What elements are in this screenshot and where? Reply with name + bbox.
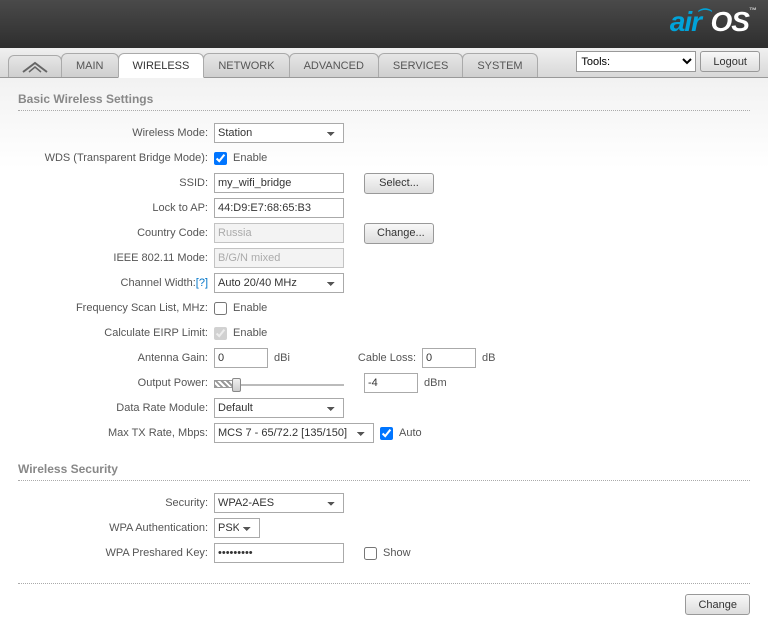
- logo-tm: ™: [749, 6, 756, 15]
- tab-network[interactable]: NETWORK: [203, 53, 289, 77]
- logo-os: OS: [711, 6, 749, 37]
- wpa-psk-input[interactable]: [214, 543, 344, 563]
- max-tx-auto-checkbox[interactable]: [380, 427, 393, 440]
- freq-scan-checkbox[interactable]: [214, 302, 227, 315]
- tools-select[interactable]: Tools:: [576, 51, 696, 72]
- antenna-icon: [21, 60, 49, 74]
- label-output-power: Output Power:: [18, 377, 214, 389]
- wireless-mode-select[interactable]: Station: [214, 123, 344, 143]
- calc-eirp-enable-label: Enable: [233, 327, 267, 339]
- output-power-input[interactable]: [364, 373, 418, 393]
- label-antenna-gain: Antenna Gain:: [18, 352, 214, 364]
- label-cable-loss: Cable Loss:: [358, 352, 416, 364]
- tab-row: MAIN WIRELESS NETWORK ADVANCED SERVICES …: [0, 48, 768, 78]
- change-button[interactable]: Change: [685, 594, 750, 615]
- divider: [18, 110, 750, 111]
- channel-width-help[interactable]: [?]: [196, 277, 208, 289]
- lock-to-ap-input[interactable]: [214, 198, 344, 218]
- section-security-title: Wireless Security: [18, 462, 750, 476]
- show-key-label: Show: [383, 547, 411, 559]
- tab-main[interactable]: MAIN: [61, 53, 119, 77]
- header-bar: air⏜OS™: [0, 0, 768, 48]
- calc-eirp-checkbox: [214, 327, 227, 340]
- security-select[interactable]: WPA2-AES: [214, 493, 344, 513]
- label-wds: WDS (Transparent Bridge Mode):: [18, 152, 214, 164]
- tab-system[interactable]: SYSTEM: [462, 53, 537, 77]
- content: Basic Wireless Settings Wireless Mode: S…: [0, 78, 768, 629]
- label-ssid: SSID:: [18, 177, 214, 189]
- tab-status-icon[interactable]: [8, 55, 62, 77]
- tab-services[interactable]: SERVICES: [378, 53, 463, 77]
- label-ieee-mode: IEEE 802.11 Mode:: [18, 252, 214, 264]
- label-freq-scan: Frequency Scan List, MHz:: [18, 302, 214, 314]
- country-code-select: Russia: [214, 223, 344, 243]
- divider: [18, 583, 750, 584]
- max-tx-select[interactable]: MCS 7 - 65/72.2 [135/150]: [214, 423, 374, 443]
- output-power-slider[interactable]: [214, 376, 344, 390]
- unit-dbi: dBi: [274, 352, 290, 364]
- max-tx-auto-label: Auto: [399, 427, 422, 439]
- tab-advanced[interactable]: ADVANCED: [289, 53, 379, 77]
- label-channel-width: Channel Width:[?]: [18, 277, 214, 289]
- unit-db: dB: [482, 352, 495, 364]
- data-rate-module-select[interactable]: Default: [214, 398, 344, 418]
- divider: [18, 480, 750, 481]
- label-wpa-auth: WPA Authentication:: [18, 522, 214, 534]
- tools-area: Tools: Logout: [576, 51, 760, 72]
- ieee-mode-select: B/G/N mixed: [214, 248, 344, 268]
- label-wireless-mode: Wireless Mode:: [18, 127, 214, 139]
- wds-enable-checkbox[interactable]: [214, 152, 227, 165]
- airos-logo: air⏜OS™: [670, 6, 756, 38]
- label-security: Security:: [18, 497, 214, 509]
- channel-width-select[interactable]: Auto 20/40 MHz: [214, 273, 344, 293]
- wifi-icon: ⏜: [698, 8, 710, 24]
- country-change-button[interactable]: Change...: [364, 223, 434, 244]
- tab-wireless[interactable]: WIRELESS: [118, 53, 205, 78]
- logo-air: air: [670, 6, 701, 37]
- ssid-input[interactable]: [214, 173, 344, 193]
- section-basic-title: Basic Wireless Settings: [18, 92, 750, 106]
- wpa-auth-select[interactable]: PSK: [214, 518, 260, 538]
- logout-button[interactable]: Logout: [700, 51, 760, 72]
- label-wpa-psk: WPA Preshared Key:: [18, 547, 214, 559]
- freq-scan-enable-label: Enable: [233, 302, 267, 314]
- ssid-select-button[interactable]: Select...: [364, 173, 434, 194]
- label-lock-to-ap: Lock to AP:: [18, 202, 214, 214]
- cable-loss-input[interactable]: [422, 348, 476, 368]
- label-data-rate-module: Data Rate Module:: [18, 402, 214, 414]
- label-country-code: Country Code:: [18, 227, 214, 239]
- label-calc-eirp: Calculate EIRP Limit:: [18, 327, 214, 339]
- antenna-gain-input[interactable]: [214, 348, 268, 368]
- show-key-checkbox[interactable]: [364, 547, 377, 560]
- unit-dbm: dBm: [424, 377, 447, 389]
- wds-enable-label: Enable: [233, 152, 267, 164]
- label-max-tx: Max TX Rate, Mbps:: [18, 427, 214, 439]
